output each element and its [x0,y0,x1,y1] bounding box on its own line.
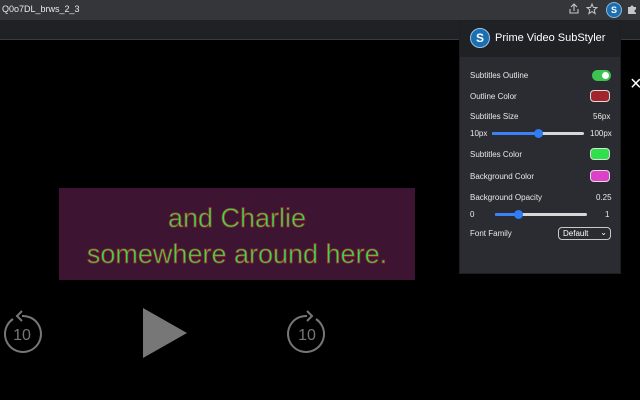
forward-label: 10 [298,327,316,344]
slider-fill [492,132,538,135]
background-opacity-value: 0.25 [596,193,612,202]
subtitle-box: and Charlie somewhere around here. [59,188,415,280]
subtitles-outline-label: Subtitles Outline [470,71,529,80]
popup-header: S Prime Video SubStyler [460,21,620,57]
font-family-select[interactable]: Default ⌄ [558,227,611,240]
subtitle-line-2: somewhere around here. [86,239,388,270]
opacity-min-label: 0 [470,210,475,219]
slider-thumb[interactable] [514,210,523,219]
forward-10-button[interactable]: 10 [286,310,328,356]
subtitles-size-slider[interactable] [492,129,584,138]
subtitles-color-swatch[interactable] [590,148,610,160]
subtitle-line-1: and Charlie [167,203,307,234]
background-opacity-label: Background Opacity [470,193,543,202]
rewind-10-button[interactable]: 10 [1,310,43,356]
tab-title[interactable]: Q0o7DL_brws_2_3 [2,4,80,14]
rewind-label: 10 [13,327,31,344]
opacity-max-label: 1 [605,210,610,219]
font-family-label: Font Family [470,229,512,238]
star-icon[interactable] [585,2,599,17]
play-button[interactable] [142,307,188,359]
size-min-label: 10px [470,129,488,138]
subtitles-outline-toggle[interactable] [592,70,611,81]
popup-title: Prime Video SubStyler [495,32,606,44]
size-max-label: 100px [590,129,612,138]
background-color-swatch[interactable] [590,170,610,182]
close-icon[interactable]: × [630,72,640,96]
puzzle-icon[interactable] [625,3,639,17]
browser-tab-bar: Q0o7DL_brws_2_3 S [0,0,640,20]
background-color-label: Background Color [470,172,535,181]
font-family-selected: Default [563,229,589,238]
subtitles-size-value: 56px [593,112,611,121]
rewind-icon: 10 [3,310,42,353]
chevron-down-icon: ⌄ [600,228,607,237]
background-opacity-slider[interactable] [495,210,587,219]
substyler-extension-icon[interactable]: S [606,2,622,18]
share-icon[interactable] [567,3,581,17]
slider-thumb[interactable] [534,129,543,138]
outline-color-label: Outline Color [470,92,517,101]
substyler-popup: S Prime Video SubStyler Subtitles Outlin… [459,20,621,274]
video-player-page: Q0o7DL_brws_2_3 S and Charlie somewhere … [0,0,640,400]
toggle-knob [602,72,609,79]
outline-color-swatch[interactable] [590,90,610,102]
play-icon [143,308,187,358]
substyler-logo-icon: S [470,28,490,48]
subtitles-color-label: Subtitles Color [470,150,523,159]
forward-icon: 10 [287,310,326,353]
subtitles-size-label: Subtitles Size [470,112,519,121]
